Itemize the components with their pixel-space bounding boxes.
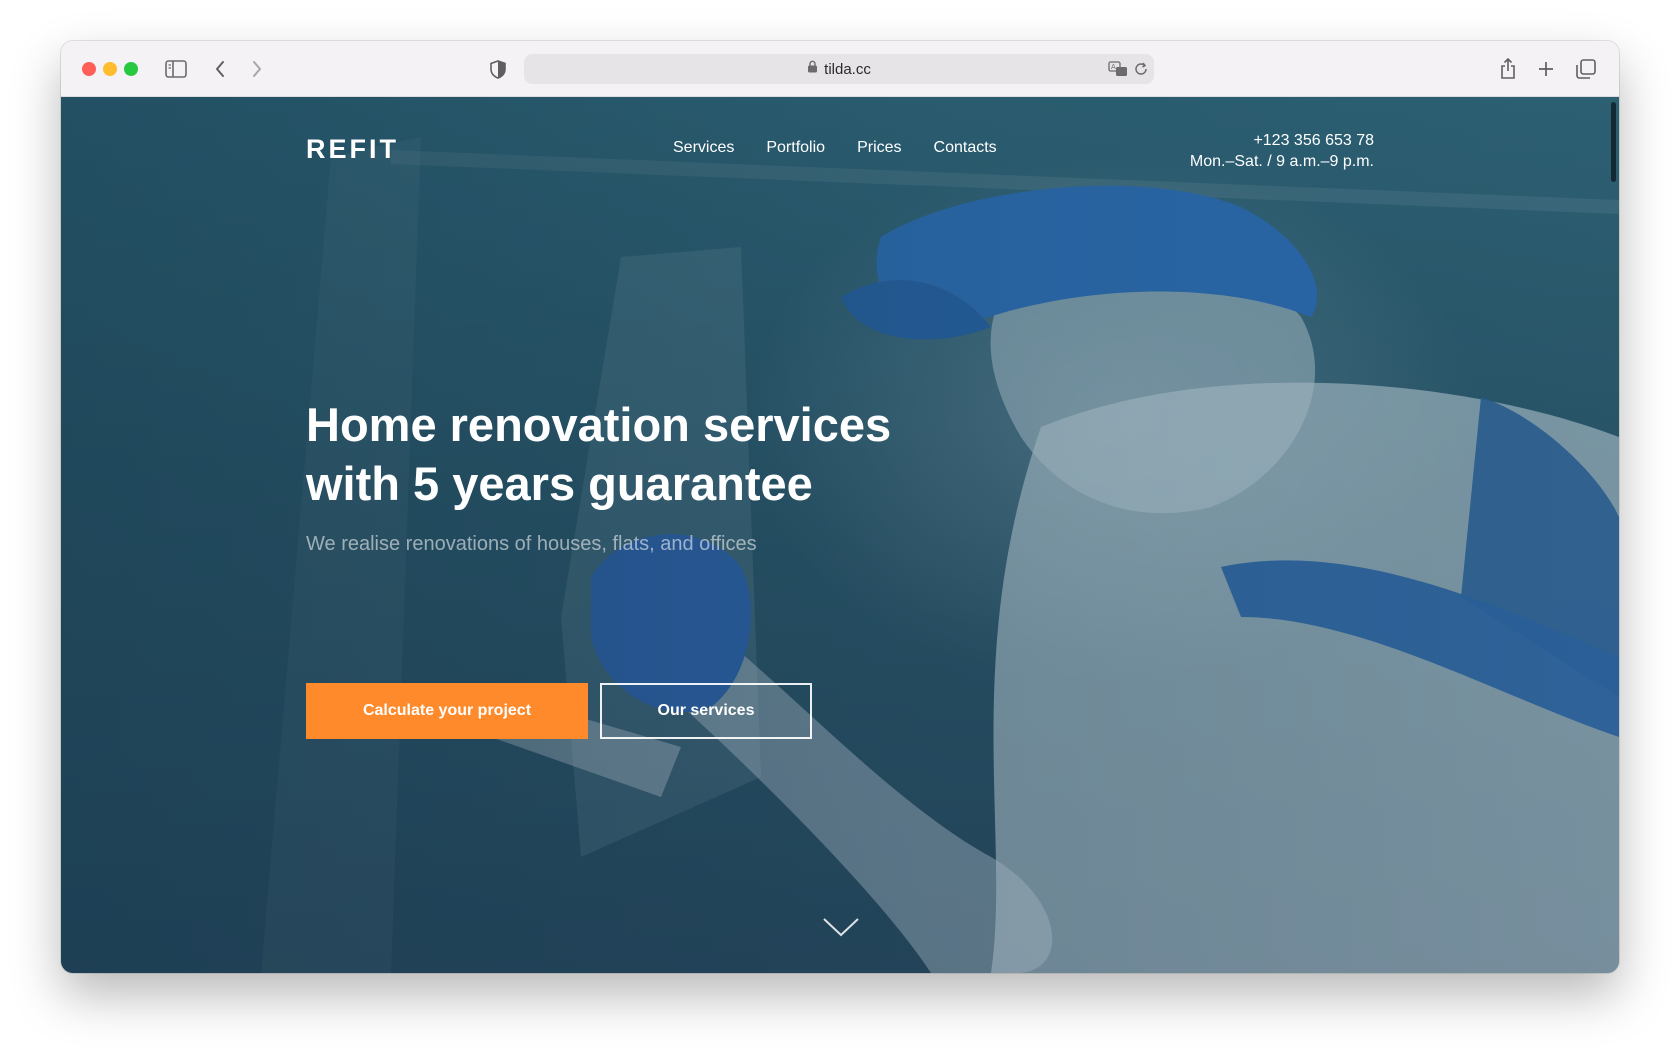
- hero-subtitle: We realise renovations of houses, flats,…: [306, 533, 757, 555]
- hero-headline: Home renovation services with 5 years gu…: [306, 395, 1066, 513]
- tabs-icon[interactable]: [1573, 56, 1599, 82]
- minimize-window-button[interactable]: [103, 62, 117, 76]
- hero-headline-line1: Home renovation services: [306, 398, 892, 451]
- translate-icon[interactable]: A: [1108, 59, 1128, 79]
- hero-overlay: [61, 97, 1619, 973]
- browser-toolbar: tilda.cc A: [61, 41, 1619, 97]
- plus-icon[interactable]: [1533, 56, 1559, 82]
- chevron-left-icon[interactable]: [207, 56, 233, 82]
- hero-section: REFIT Services Portfolio Prices Contacts…: [61, 97, 1619, 973]
- contact-info: +123 356 653 78 Mon.–Sat. / 9 a.m.–9 p.m…: [1190, 130, 1374, 172]
- chevron-down-icon[interactable]: [822, 916, 860, 938]
- nav-link-services[interactable]: Services: [673, 139, 734, 157]
- lock-icon: [807, 60, 818, 78]
- close-window-button[interactable]: [82, 62, 96, 76]
- site-logo[interactable]: REFIT: [306, 134, 399, 165]
- sidebar-icon[interactable]: [163, 56, 189, 82]
- shield-icon[interactable]: [485, 56, 511, 82]
- our-services-button[interactable]: Our services: [600, 683, 812, 739]
- browser-window: tilda.cc A REFIT Services Portfolio Pric…: [61, 41, 1619, 973]
- address-bar[interactable]: tilda.cc A: [524, 54, 1154, 84]
- maximize-window-button[interactable]: [124, 62, 138, 76]
- nav-link-portfolio[interactable]: Portfolio: [766, 139, 825, 157]
- svg-text:A: A: [1111, 63, 1116, 71]
- url-text: tilda.cc: [824, 60, 871, 78]
- working-hours: Mon.–Sat. / 9 a.m.–9 p.m.: [1189, 153, 1374, 170]
- phone-number[interactable]: +123 356 653 78: [1190, 130, 1374, 151]
- share-icon[interactable]: [1495, 56, 1521, 82]
- nav-link-prices[interactable]: Prices: [857, 139, 901, 157]
- nav-link-contacts[interactable]: Contacts: [934, 139, 997, 157]
- calculate-project-button[interactable]: Calculate your project: [306, 683, 588, 739]
- main-nav: Services Portfolio Prices Contacts: [673, 139, 1029, 157]
- page-scrollbar[interactable]: [1611, 102, 1616, 182]
- hero-headline-line2: with 5 years guarantee: [306, 457, 813, 510]
- chevron-right-icon[interactable]: [244, 56, 270, 82]
- reload-icon[interactable]: [1131, 59, 1151, 79]
